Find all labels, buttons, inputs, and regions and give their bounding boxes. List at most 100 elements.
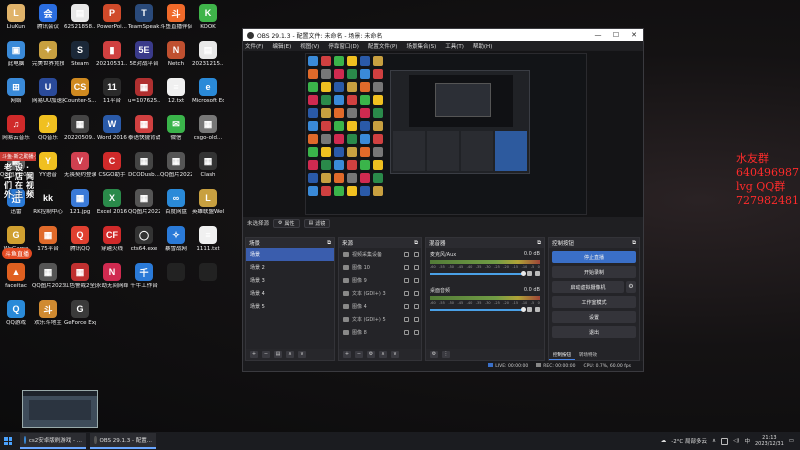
source-item[interactable]: 图像 4 — [339, 300, 421, 313]
desktop-shortcut[interactable]: S Steam — [64, 39, 96, 76]
desktop-shortcut[interactable]: 千千牛工作台 — [128, 261, 160, 298]
desktop-shortcut[interactable]: ▦ QQ图片20221129... — [128, 187, 160, 224]
obs-title-bar[interactable]: OBS 29.1.3 - 配置文件: 未命名 - 场景: 未命名 — ☐ ✕ — [243, 29, 643, 41]
preview-area[interactable] — [243, 51, 643, 221]
menu-item[interactable]: 视图(V) — [300, 42, 319, 50]
desktop-shortcut[interactable]: ▦ Clash — [192, 150, 224, 187]
menu-item[interactable]: 场景集合(S) — [406, 42, 436, 50]
desktop-shortcut[interactable]: 斗斗鱼直播伴侣 — [160, 2, 192, 39]
desktop-shortcut[interactable]: ▦ 121.jpg — [64, 187, 96, 224]
more-options-icon[interactable] — [535, 271, 540, 276]
desktop-shortcut[interactable]: ▦ 泰语快捷背诵 — [128, 113, 160, 150]
taskbar-window-thumbnail[interactable] — [22, 390, 98, 428]
source-item[interactable]: 图像 10 — [339, 261, 421, 274]
dock-undock-icon[interactable]: ⧉ — [327, 240, 331, 247]
remove-scene-button[interactable]: − — [262, 351, 270, 358]
desktop-shortcut[interactable]: G GeForce Experience — [64, 298, 96, 335]
desktop-shortcut[interactable]: ▣ 此电脑 — [0, 39, 32, 76]
notifications-icon[interactable]: ▭ — [789, 438, 794, 444]
weather-text[interactable]: -2°C 局部多云 — [671, 437, 707, 445]
desktop-shortcut[interactable]: ⊞ 网络 — [0, 76, 32, 113]
studio-mode-button[interactable]: 工作室模式 — [552, 296, 636, 308]
scene-item[interactable]: 场景 — [246, 248, 334, 261]
scene-item[interactable]: 场景 3 — [246, 274, 334, 287]
volume-icon[interactable]: ◁) — [733, 438, 739, 444]
menu-item[interactable]: 配置文件(P) — [368, 42, 398, 50]
lock-icon[interactable] — [414, 291, 419, 296]
desktop-shortcut[interactable] — [160, 261, 192, 298]
desktop-shortcut[interactable]: ≡ 12.txt — [160, 76, 192, 113]
visibility-eye-icon[interactable] — [404, 252, 409, 257]
desktop-shortcut[interactable]: ▤ 62521858... — [64, 2, 96, 39]
visibility-eye-icon[interactable] — [404, 291, 409, 296]
source-item[interactable]: 图像 8 — [339, 326, 421, 339]
desktop-shortcut[interactable]: ▤ 20231215... — [192, 39, 224, 76]
desktop-shortcut[interactable]: ≡ 1111.txt — [192, 224, 224, 261]
filters-button[interactable]: ▤ 滤镜 — [303, 218, 331, 228]
lock-icon[interactable] — [414, 265, 419, 270]
desktop-shortcut[interactable]: ✦ 完美世界竞技平台 — [32, 39, 64, 76]
tab-controls[interactable]: 控制按钮 — [549, 350, 575, 360]
lock-icon[interactable] — [414, 278, 419, 283]
source-item[interactable]: 文本 (GDI+) 3 — [339, 287, 421, 300]
desktop-shortcut[interactable]: ♪ QQ音乐 — [32, 113, 64, 150]
speaker-icon[interactable] — [527, 271, 532, 276]
remove-source-button[interactable]: − — [355, 351, 363, 358]
visibility-eye-icon[interactable] — [404, 265, 409, 270]
desktop-shortcut[interactable]: K KOOK — [192, 2, 224, 39]
desktop-shortcut[interactable]: L LiuKun — [0, 2, 32, 39]
exit-button[interactable]: 退出 — [552, 326, 636, 338]
desktop-shortcut[interactable]: T TeamSpeak 3 — [128, 2, 160, 39]
scene-item[interactable]: 场景 2 — [246, 261, 334, 274]
desktop-shortcut[interactable]: ▮ 20210531... — [96, 39, 128, 76]
menu-item[interactable]: 文件(F) — [245, 42, 263, 50]
ime-indicator[interactable]: 中 — [744, 437, 750, 445]
lock-icon[interactable] — [414, 304, 419, 309]
desktop-shortcut[interactable]: e Microsoft Edge — [192, 76, 224, 113]
desktop-shortcut[interactable]: V 无畏契约登录器.exe — [64, 150, 96, 187]
menu-item[interactable]: 停靠窗口(D) — [328, 42, 359, 50]
desktop-shortcut[interactable]: ▦ 175平台 — [32, 224, 64, 261]
lock-icon[interactable] — [414, 317, 419, 322]
desktop-shortcut[interactable]: N Netch — [160, 39, 192, 76]
lock-icon[interactable] — [414, 330, 419, 335]
scene-item[interactable]: 场景 4 — [246, 287, 334, 300]
preview-canvas[interactable] — [305, 53, 587, 215]
source-properties-button[interactable]: ⚙ — [367, 351, 375, 358]
desktop-shortcut[interactable]: ▲ faceitac — [0, 261, 32, 298]
source-item[interactable]: 图像 9 — [339, 274, 421, 287]
settings-button[interactable]: 设置 — [552, 311, 636, 323]
desktop-shortcut[interactable]: N 永劫无间网络游戏 — [96, 261, 128, 298]
visibility-eye-icon[interactable] — [404, 304, 409, 309]
weather-icon[interactable]: ☁ — [661, 438, 667, 444]
desktop-shortcut[interactable]: ▦ QQ图片20230512... — [32, 261, 64, 298]
dock-undock-icon[interactable]: ⧉ — [414, 240, 418, 247]
more-options-icon[interactable] — [535, 307, 540, 312]
advanced-audio-button[interactable]: ⚙ — [430, 351, 438, 358]
desktop-shortcut[interactable]: C CSGO助手 — [96, 150, 128, 187]
desktop-shortcut[interactable]: 会腾讯会议 — [32, 2, 64, 39]
chevron-up-icon[interactable]: ∧ — [712, 438, 716, 444]
desktop-shortcut[interactable]: ∞ 百度网盘 — [160, 187, 192, 224]
desktop-shortcut[interactable]: L 英雄联盟WeGame版 — [192, 187, 224, 224]
lock-icon[interactable] — [414, 252, 419, 257]
add-scene-button[interactable]: + — [250, 351, 258, 358]
desktop-shortcut[interactable]: P PowerPoi... — [96, 2, 128, 39]
clock[interactable]: 21:13 2023/12/31 — [755, 435, 784, 447]
volume-slider-handle[interactable] — [521, 306, 526, 312]
source-item[interactable]: 文本 (GDI+) 5 — [339, 313, 421, 326]
desktop-shortcut[interactable]: ◯ cts64.exe — [128, 224, 160, 261]
dock-undock-icon[interactable]: ⧉ — [632, 240, 636, 247]
scene-item[interactable]: 场景 5 — [246, 300, 334, 313]
start-virtual-camera-button[interactable]: 启动虚拟摄像机 — [552, 281, 624, 293]
desktop-shortcut[interactable]: 11 11平台 — [96, 76, 128, 113]
network-icon[interactable] — [721, 437, 729, 445]
visibility-eye-icon[interactable] — [404, 278, 409, 283]
taskbar-app[interactable]: cs2安卓版刷游戏 - ... — [20, 433, 86, 449]
obs-window[interactable]: OBS 29.1.3 - 配置文件: 未命名 - 场景: 未命名 — ☐ ✕ 文… — [242, 28, 644, 372]
desktop-shortcut[interactable]: ✧ 暴雪战网 — [160, 224, 192, 261]
visibility-eye-icon[interactable] — [404, 317, 409, 322]
desktop-shortcut[interactable]: ▦ QQ图片20220904... — [160, 150, 192, 187]
minimize-button[interactable]: — — [589, 29, 607, 41]
desktop-shortcut[interactable]: ▦ 20220509... — [64, 113, 96, 150]
